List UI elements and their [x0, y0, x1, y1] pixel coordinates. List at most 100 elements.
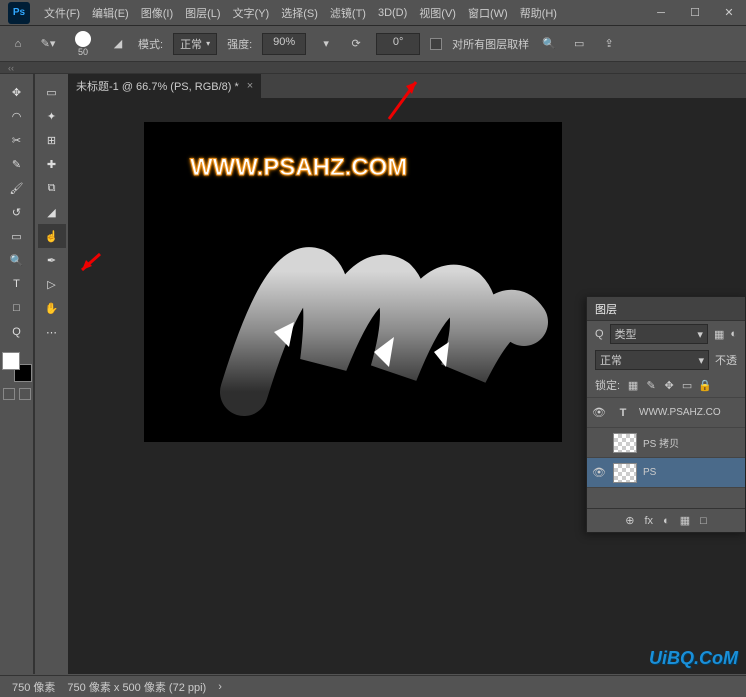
chevron-down-icon: ▾ [206, 39, 210, 48]
menu-type[interactable]: 文字(Y) [227, 1, 276, 25]
tool-preset-icon[interactable]: ✎▾ [38, 34, 58, 54]
layers-blend-row: 正常▾ 不透 [587, 347, 745, 373]
strength-input[interactable]: 90% [262, 33, 306, 55]
document-tab-bar: 未标题-1 @ 66.7% (PS, RGB/8) * × [68, 74, 746, 98]
brush-preview[interactable]: 50 [68, 29, 98, 59]
lock-artboard-icon[interactable]: ▭ [680, 378, 694, 392]
close-icon[interactable]: × [247, 80, 253, 92]
smudge-tool[interactable]: ☝ [38, 224, 66, 248]
mode-dropdown[interactable]: 正常 ▾ [173, 33, 217, 55]
mask-icon[interactable]: ◐ [663, 515, 670, 527]
minimize-button[interactable]: ─ [644, 0, 678, 26]
path-select-tool[interactable]: ▷ [38, 272, 66, 296]
adjustment-icon[interactable]: ▦ [680, 514, 690, 527]
layers-lock-row: 锁定: ▦ ✎ ✥ ▭ 🔒 [587, 373, 745, 398]
filter-pixel-icon[interactable]: ▦ [714, 328, 724, 341]
blend-mode-dropdown[interactable]: 正常▾ [595, 350, 709, 370]
menu-filter[interactable]: 滤镜(T) [324, 1, 372, 25]
visibility-icon[interactable]: 👁 [591, 466, 607, 479]
layers-panel-header[interactable]: 图层 [587, 297, 745, 321]
layer-name: PS 拷贝 [643, 435, 679, 450]
pen-tool[interactable]: ✒ [38, 248, 66, 272]
close-button[interactable]: ✕ [712, 0, 746, 26]
mode-label: 模式: [138, 36, 163, 52]
brush-panel-icon[interactable]: ◢ [108, 34, 128, 54]
tool-col-left: ✥ ◠ ✂ ✎ 🖌 ↺ ▭ 🔍 T □ Q [0, 74, 34, 674]
history-brush-tool[interactable]: ↺ [3, 200, 31, 224]
options-bar: ⌂ ✎▾ 50 ◢ 模式: 正常 ▾ 强度: 90% ▾ ⟳ 0° 对所有图层取… [0, 26, 746, 62]
menu-edit[interactable]: 编辑(E) [86, 1, 135, 25]
eyedropper-tool[interactable]: ✎ [3, 152, 31, 176]
sample-all-label: 对所有图层取样 [452, 36, 529, 52]
angle-input[interactable]: 0° [376, 33, 420, 55]
search-icon[interactable]: 🔍 [539, 34, 559, 54]
layers-tab-label: 图层 [595, 301, 617, 317]
clone-tool[interactable]: ⧉ [38, 176, 66, 200]
menu-select[interactable]: 选择(S) [275, 1, 324, 25]
lock-brush-icon[interactable]: ✎ [644, 378, 658, 392]
document-tab[interactable]: 未标题-1 @ 66.7% (PS, RGB/8) * × [68, 74, 261, 98]
maximize-button[interactable]: ☐ [678, 0, 712, 26]
eraser-tool[interactable]: ◢ [38, 200, 66, 224]
lock-all-icon[interactable]: 🔒 [698, 378, 712, 392]
layers-panel-footer: ⊕ fx ◐ ▦ □ [587, 508, 745, 532]
layers-filter-row: Q 类型▾ ▦ ◐ [587, 321, 745, 347]
status-zoom[interactable]: 750 像素 [12, 679, 55, 695]
tool-col-right: ▭ ✦ ⊞ ✚ ⧉ ◢ ☝ ✒ ▷ ✋ ⋯ [34, 74, 68, 674]
menu-help[interactable]: 帮助(H) [514, 1, 563, 25]
visibility-icon[interactable]: 👁 [591, 406, 607, 419]
collapse-bar[interactable]: ‹‹ [0, 62, 746, 74]
canvas-text: WWW.PSAHZ.COM [190, 154, 407, 182]
frame-tool[interactable]: ⊞ [38, 128, 66, 152]
layer-thumbnail [613, 433, 637, 453]
canvas[interactable]: WWW.PSAHZ.COM [144, 122, 562, 442]
app-logo: Ps [8, 2, 30, 24]
color-swatches[interactable] [2, 352, 32, 382]
quickmask-icon[interactable] [19, 388, 31, 400]
menu-window[interactable]: 窗口(W) [462, 1, 514, 25]
lasso-tool[interactable]: ◠ [3, 104, 31, 128]
link-layers-icon[interactable]: ⊕ [625, 514, 634, 527]
strength-arrow-icon[interactable]: ▾ [316, 34, 336, 54]
sample-all-checkbox[interactable] [430, 38, 442, 50]
menu-layer[interactable]: 图层(L) [179, 1, 226, 25]
hand-tool[interactable]: ✋ [38, 296, 66, 320]
screenmode-icon[interactable] [3, 388, 15, 400]
layer-row-copy[interactable]: PS 拷贝 [587, 428, 745, 458]
move-tool[interactable]: ✥ [3, 80, 31, 104]
layer-name: WWW.PSAHZ.CO [639, 407, 721, 418]
zoom-tool[interactable]: 🔍 [3, 248, 31, 272]
mode-value: 正常 [180, 36, 202, 52]
menu-3d[interactable]: 3D(D) [372, 3, 413, 23]
type-tool[interactable]: T [3, 272, 31, 296]
filter-adjust-icon[interactable]: ◐ [730, 328, 737, 340]
foreground-color-swatch[interactable] [2, 352, 20, 370]
quick-select-tool[interactable]: ✦ [38, 104, 66, 128]
share-icon[interactable]: ⇪ [599, 34, 619, 54]
layer-row-ps[interactable]: 👁 PS [587, 458, 745, 488]
lock-transparent-icon[interactable]: ▦ [626, 378, 640, 392]
gradient-tool[interactable]: ▭ [3, 224, 31, 248]
frame-icon[interactable]: ▭ [569, 34, 589, 54]
group-icon[interactable]: □ [700, 515, 707, 527]
lock-position-icon[interactable]: ✥ [662, 378, 676, 392]
menu-image[interactable]: 图像(I) [135, 1, 179, 25]
window-controls: ─ ☐ ✕ [644, 0, 746, 26]
menu-view[interactable]: 视图(V) [413, 1, 462, 25]
brush-size-label: 50 [78, 47, 88, 57]
brush-tool[interactable]: 🖌 [3, 176, 31, 200]
ellipsis-tool[interactable]: ⋯ [38, 320, 66, 344]
layer-row-text[interactable]: 👁 T WWW.PSAHZ.CO [587, 398, 745, 428]
status-more-icon[interactable]: › [218, 681, 222, 693]
fx-icon[interactable]: fx [644, 515, 653, 527]
crop-tool[interactable]: ✂ [3, 128, 31, 152]
search-tool[interactable]: Q [3, 320, 31, 344]
rectangle-tool[interactable]: □ [3, 296, 31, 320]
menu-file[interactable]: 文件(F) [38, 1, 86, 25]
layers-filter-dropdown[interactable]: 类型▾ [610, 324, 708, 344]
healing-tool[interactable]: ✚ [38, 152, 66, 176]
home-icon[interactable]: ⌂ [8, 34, 28, 54]
marquee-tool[interactable]: ▭ [38, 80, 66, 104]
status-dimensions[interactable]: 750 像素 x 500 像素 (72 ppi) [67, 679, 206, 695]
document-tab-title: 未标题-1 @ 66.7% (PS, RGB/8) * [76, 78, 239, 94]
